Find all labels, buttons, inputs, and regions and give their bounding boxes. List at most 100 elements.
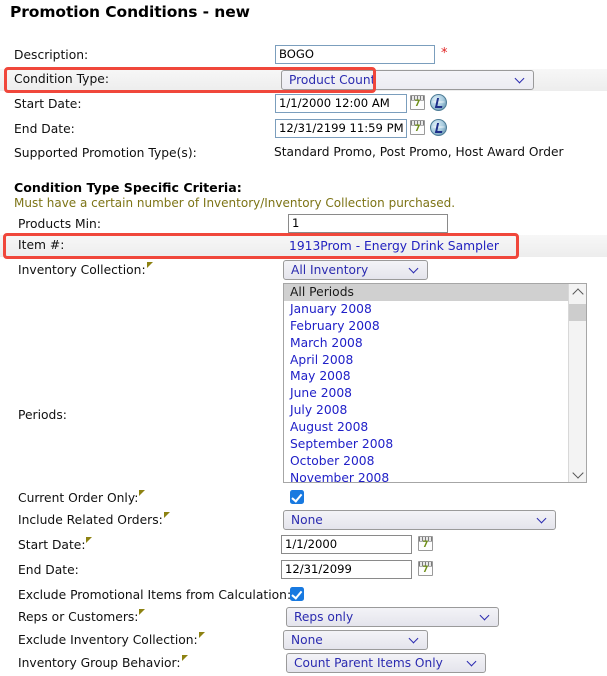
list-item[interactable]: July 2008 (284, 402, 569, 419)
description-required-star: * (441, 46, 448, 61)
help-marker-icon (181, 655, 189, 664)
criteria-start-date-row: Start Date: 1/1/2000 7 (0, 534, 607, 558)
chevron-down-icon (468, 657, 477, 666)
include-related-orders-row: Include Related Orders: None (0, 509, 607, 533)
chevron-down-icon (410, 634, 419, 643)
list-item[interactable]: November 2008 (284, 470, 569, 482)
condition-type-select[interactable]: Product Count (281, 70, 534, 90)
calendar-icon[interactable]: 7 (410, 95, 425, 110)
condition-type-label: Condition Type: (14, 72, 109, 86)
current-order-only-row: Current Order Only: (0, 487, 607, 511)
criteria-end-date-label: End Date: (18, 563, 79, 577)
criteria-start-date-label-text: Start Date: (18, 538, 86, 552)
promotion-conditions-form: Promotion Conditions - new Description: … (0, 0, 607, 673)
end-date-row: End Date: 12/31/2199 11:59 PM 7 (0, 118, 607, 142)
scrollbar-thumb[interactable] (569, 304, 586, 321)
criteria-start-date-label: Start Date: (18, 534, 93, 556)
periods-label: Periods: (18, 408, 67, 422)
list-item[interactable]: April 2008 (284, 352, 569, 369)
reps-or-customers-value: Reps only (294, 610, 354, 624)
page-title-separator: - (197, 3, 215, 21)
inventory-group-behavior-select[interactable]: Count Parent Items Only (286, 653, 486, 673)
periods-scrollbar[interactable] (568, 284, 586, 482)
inventory-collection-value: All Inventory (291, 263, 369, 277)
list-item[interactable]: January 2008 (284, 301, 569, 318)
calendar-icon-day: 7 (414, 124, 421, 134)
description-label: Description: (14, 48, 89, 62)
reps-or-customers-select[interactable]: Reps only (286, 607, 499, 627)
exclude-promotional-items-checkbox[interactable] (290, 587, 304, 601)
condition-type-value: Product Count (289, 73, 376, 87)
scroll-up-icon[interactable] (569, 284, 586, 301)
reps-or-customers-label: Reps or Customers: (18, 606, 146, 628)
calendar-icon[interactable]: 7 (410, 120, 425, 135)
help-marker-icon (86, 537, 93, 546)
reps-or-customers-row: Reps or Customers: Reps only (0, 606, 607, 630)
inventory-collection-select[interactable]: All Inventory (283, 260, 428, 280)
exclude-promotional-items-label: Exclude Promotional Items from Calculati… (18, 584, 299, 606)
page-title: Promotion Conditions - new (10, 3, 250, 21)
calendar-icon-day: 7 (414, 99, 421, 109)
exclude-inventory-collection-label-text: Exclude Inventory Collection: (18, 633, 198, 647)
inventory-group-behavior-row: Inventory Group Behavior: Count Parent I… (0, 652, 607, 676)
inventory-collection-label-text: Inventory Collection: (18, 263, 146, 277)
start-date-input[interactable]: 1/1/2000 12:00 AM (275, 94, 407, 113)
help-marker-icon (146, 262, 154, 271)
periods-listbox[interactable]: All Periods January 2008 February 2008 M… (283, 283, 587, 483)
list-item[interactable]: February 2008 (284, 318, 569, 335)
clock-icon[interactable] (430, 94, 447, 111)
item-number-label: Item #: (18, 238, 65, 252)
include-related-orders-label: Include Related Orders: (18, 509, 171, 531)
include-related-orders-label-text: Include Related Orders: (18, 513, 163, 527)
list-item[interactable]: September 2008 (284, 436, 569, 453)
list-item[interactable]: June 2008 (284, 385, 569, 402)
list-item[interactable]: All Periods (284, 284, 569, 301)
end-date-input[interactable]: 12/31/2199 11:59 PM (275, 119, 407, 138)
help-marker-icon (198, 632, 206, 641)
item-number-row: Item #: 1913Prom - Energy Drink Sampler (0, 235, 607, 259)
supported-promotion-types-value: Standard Promo, Post Promo, Host Award O… (274, 145, 564, 159)
clock-icon[interactable] (430, 119, 447, 136)
start-date-label: Start Date: (14, 97, 82, 111)
inventory-collection-label: Inventory Collection: (18, 259, 154, 281)
calendar-icon[interactable]: 7 (418, 561, 433, 576)
current-order-only-checkbox[interactable] (290, 490, 304, 504)
clock-icon-glare (432, 126, 445, 128)
inventory-collection-row: Inventory Collection: All Inventory (0, 259, 607, 283)
criteria-end-date-input[interactable]: 12/31/2099 (281, 560, 412, 579)
scroll-down-icon[interactable] (569, 465, 586, 482)
current-order-only-label-text: Current Order Only: (18, 491, 139, 505)
help-marker-icon (139, 490, 146, 499)
chevron-down-icon (538, 514, 547, 523)
supported-promotion-types-label: Supported Promotion Type(s): (14, 146, 197, 160)
list-item[interactable]: March 2008 (284, 335, 569, 352)
list-item[interactable]: May 2008 (284, 368, 569, 385)
criteria-description: Must have a certain number of Inventory/… (14, 196, 456, 210)
products-min-label: Products Min: (18, 217, 101, 231)
current-order-only-label: Current Order Only: (18, 487, 146, 509)
exclude-inventory-collection-select[interactable]: None (283, 630, 428, 650)
criteria-end-date-row: End Date: 12/31/2099 7 (0, 559, 607, 583)
include-related-orders-value: None (291, 513, 323, 527)
include-related-orders-select[interactable]: None (283, 510, 556, 530)
chevron-down-icon (410, 264, 419, 273)
calendar-icon-day: 7 (422, 540, 429, 550)
end-date-label: End Date: (14, 122, 75, 136)
list-item[interactable]: October 2008 (284, 453, 569, 470)
calendar-icon[interactable]: 7 (418, 536, 433, 551)
item-number-value[interactable]: 1913Prom - Energy Drink Sampler (289, 237, 499, 255)
description-row: Description: BOGO * (0, 44, 607, 68)
inventory-group-behavior-label: Inventory Group Behavior: (18, 652, 189, 674)
description-input[interactable]: BOGO (275, 45, 435, 64)
chevron-down-icon (516, 74, 525, 83)
supported-promotion-types-row: Supported Promotion Type(s): Standard Pr… (0, 142, 607, 166)
products-min-input[interactable]: 1 (288, 214, 448, 233)
chevron-down-icon (481, 611, 490, 620)
help-marker-icon (163, 512, 171, 521)
start-date-row: Start Date: 1/1/2000 12:00 AM 7 (0, 93, 607, 117)
list-item[interactable]: August 2008 (284, 419, 569, 436)
condition-type-row: Condition Type: Product Count (0, 69, 607, 93)
calendar-icon-day: 7 (422, 565, 429, 575)
exclude-promotional-items-row: Exclude Promotional Items from Calculati… (0, 584, 607, 608)
criteria-start-date-input[interactable]: 1/1/2000 (281, 535, 412, 554)
